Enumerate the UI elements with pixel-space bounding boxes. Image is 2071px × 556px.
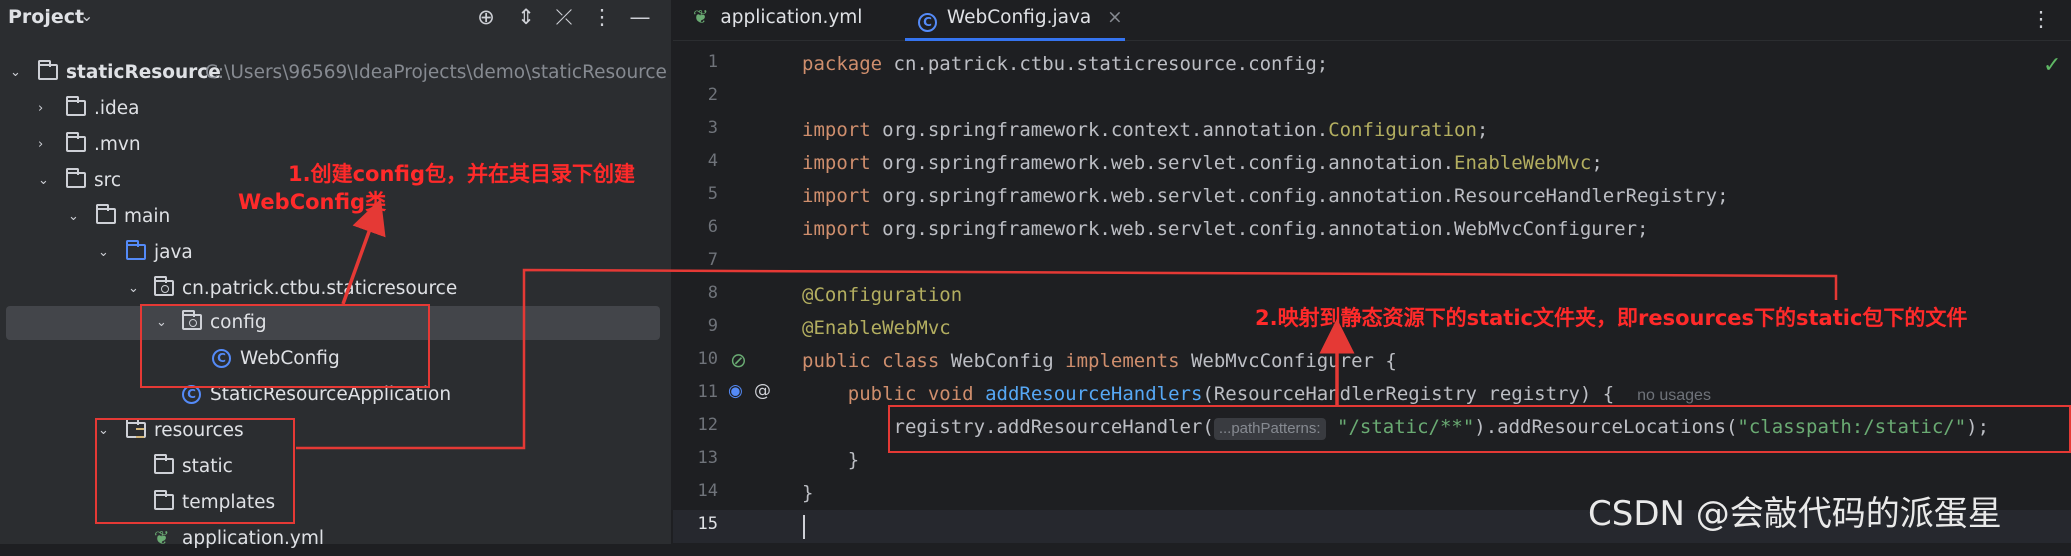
- annotation-arrows: [296, 198, 1838, 450]
- connector-line: [296, 268, 1838, 450]
- arrow-to-note-1: [341, 198, 386, 305]
- watermark: CSDN @会敲代码的派蛋星: [1588, 494, 2002, 534]
- ide-window: Project ⌄ ⊕ ⇕ ⤫ ⋮ — ⌄ staticResource C:\…: [0, 0, 2071, 549]
